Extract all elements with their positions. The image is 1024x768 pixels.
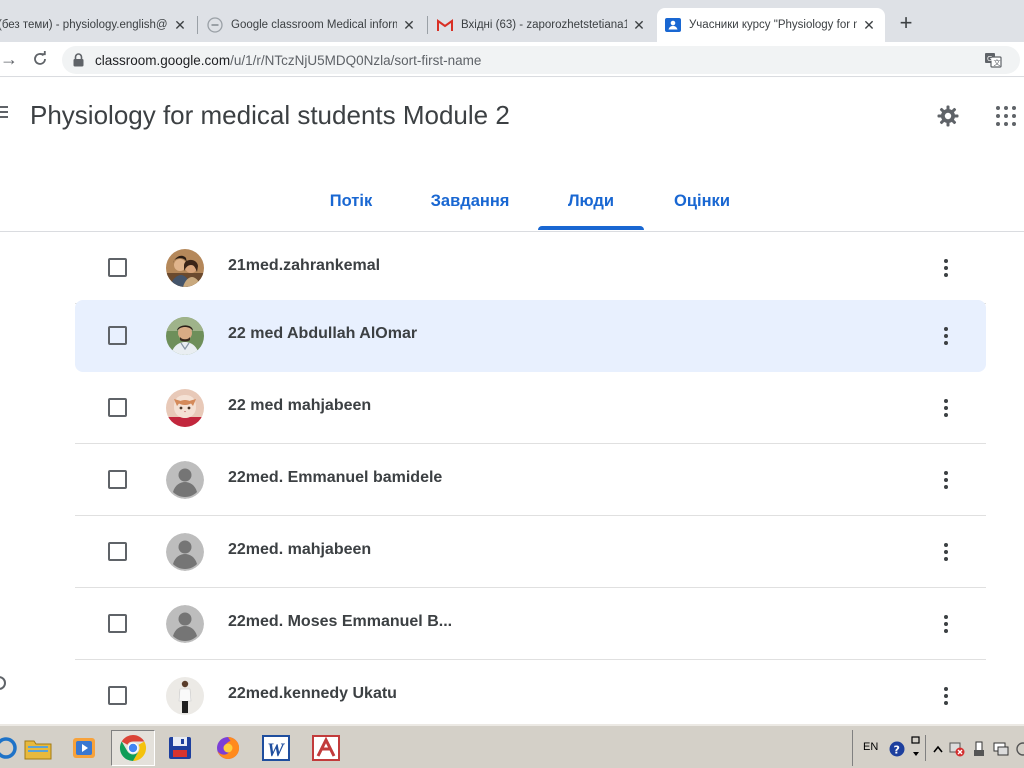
translate-icon[interactable]: G文 bbox=[984, 51, 1002, 69]
browser-tab-title: (без теми) - physiology.english@gmail.co… bbox=[0, 19, 168, 31]
presentation-icon[interactable] bbox=[306, 730, 346, 766]
more-options-icon[interactable] bbox=[941, 612, 951, 636]
help-icon[interactable]: ? bbox=[889, 741, 905, 757]
avatar bbox=[166, 389, 204, 427]
more-options-icon[interactable] bbox=[941, 324, 951, 348]
browser-tab-2[interactable]: Google classroom Medical information ✕ bbox=[199, 8, 425, 42]
doc-icon bbox=[207, 17, 223, 33]
browser-tab-1[interactable]: (без теми) - physiology.english@gmail.co… bbox=[0, 8, 196, 42]
url-text: classroom.google.com/u/1/r/NTczNjU5MDQ0N… bbox=[95, 53, 481, 68]
firefox-icon[interactable] bbox=[208, 730, 248, 766]
close-icon[interactable]: ✕ bbox=[861, 17, 877, 33]
system-tray: EN ? bbox=[852, 730, 1024, 766]
student-name: 22med. Moses Emmanuel B... bbox=[228, 613, 453, 630]
more-options-icon[interactable] bbox=[941, 396, 951, 420]
tab-label: Завдання bbox=[430, 192, 510, 210]
lock-icon bbox=[73, 53, 84, 72]
student-checkbox[interactable] bbox=[108, 614, 127, 633]
avatar bbox=[166, 249, 204, 287]
browser-tab-title: Google classroom Medical information bbox=[231, 19, 397, 31]
student-name: 22 med Abdullah AlOmar bbox=[228, 325, 418, 342]
tab-divider bbox=[197, 16, 198, 34]
browser-tab-title: Учасники курсу "Physiology for medical s… bbox=[689, 19, 857, 31]
windows-taskbar: W EN ? bbox=[0, 724, 1024, 768]
close-icon[interactable]: ✕ bbox=[631, 17, 647, 33]
student-checkbox[interactable] bbox=[108, 398, 127, 417]
student-name: 22 med mahjabeen bbox=[228, 397, 372, 414]
student-checkbox[interactable] bbox=[108, 258, 127, 277]
student-row[interactable]: 22med. Moses Emmanuel B... bbox=[75, 588, 986, 660]
student-checkbox[interactable] bbox=[108, 326, 127, 345]
tab-stream[interactable]: Потік bbox=[318, 182, 384, 230]
class-nav-tabs: Потік Завдання Люди Оцінки bbox=[0, 172, 1024, 232]
more-options-icon[interactable] bbox=[941, 684, 951, 708]
word-icon[interactable]: W bbox=[256, 730, 296, 766]
address-bar[interactable]: classroom.google.com/u/1/r/NTczNjU5MDQ0N… bbox=[62, 46, 1020, 74]
student-row[interactable]: 22med. Emmanuel bamidele bbox=[75, 444, 986, 516]
usb-device-icon[interactable] bbox=[971, 741, 987, 757]
browser-toolbar: → classroom.google.com/u/1/r/NTczNjU5MDQ… bbox=[0, 42, 1024, 77]
chevron-up-icon[interactable] bbox=[933, 741, 949, 757]
media-player-icon[interactable] bbox=[64, 730, 104, 766]
classroom-header: Physiology for medical students Module 2… bbox=[0, 78, 1024, 232]
more-options-icon[interactable] bbox=[941, 256, 951, 280]
student-name: 21med.zahrankemal bbox=[228, 257, 381, 274]
tab-label: Люди bbox=[567, 192, 615, 210]
network-error-icon[interactable] bbox=[949, 741, 965, 757]
tab-label: Потік bbox=[329, 192, 373, 210]
browser-tab-3[interactable]: Вхідні (63) - zaporozhetstetiana1@gmail.… bbox=[429, 8, 655, 42]
svg-text:W: W bbox=[267, 740, 285, 761]
tab-label: Оцінки bbox=[674, 192, 730, 210]
save-disk-icon[interactable] bbox=[160, 730, 200, 766]
student-checkbox[interactable] bbox=[108, 542, 127, 561]
active-tab-indicator bbox=[538, 226, 644, 230]
browser-tab-4[interactable]: Учасники курсу "Physiology for medical s… bbox=[657, 8, 885, 42]
student-name: 22med. Emmanuel bamidele bbox=[228, 469, 443, 486]
more-options-icon[interactable] bbox=[941, 468, 951, 492]
tab-classwork[interactable]: Завдання bbox=[420, 182, 520, 230]
browser-tab-title: Вхідні (63) - zaporozhetstetiana1@gmail.… bbox=[461, 19, 627, 31]
folder-icon[interactable] bbox=[18, 730, 58, 766]
default-avatar-icon bbox=[166, 605, 204, 643]
tab-people[interactable]: Люди bbox=[538, 182, 644, 230]
url-host: classroom.google.com bbox=[95, 53, 231, 68]
apps-grid-icon[interactable] bbox=[996, 106, 1016, 126]
student-name: 22med. mahjabeen bbox=[228, 541, 372, 558]
student-row[interactable]: 22med.kennedy Ukatu bbox=[75, 660, 986, 724]
svg-text:?: ? bbox=[894, 744, 900, 757]
new-tab-button[interactable]: + bbox=[894, 11, 918, 35]
student-row[interactable]: 22 med mahjabeen bbox=[75, 372, 986, 444]
gear-icon[interactable] bbox=[936, 104, 960, 128]
chrome-icon[interactable] bbox=[111, 730, 155, 766]
students-list: 21med.zahrankemal 22 med Abdullah AlOmar bbox=[0, 232, 1024, 724]
close-icon[interactable]: ✕ bbox=[401, 17, 417, 33]
forward-arrow-icon[interactable]: → bbox=[0, 48, 20, 70]
student-checkbox[interactable] bbox=[108, 686, 127, 705]
default-avatar-icon bbox=[166, 533, 204, 571]
student-checkbox[interactable] bbox=[108, 470, 127, 489]
more-options-icon[interactable] bbox=[941, 540, 951, 564]
menu-icon[interactable] bbox=[0, 106, 8, 121]
tab-divider bbox=[427, 16, 428, 34]
avatar bbox=[166, 317, 204, 355]
svg-text:G: G bbox=[987, 55, 992, 63]
reload-icon[interactable] bbox=[29, 48, 51, 70]
student-name: 22med.kennedy Ukatu bbox=[228, 685, 397, 702]
avatar bbox=[166, 677, 204, 715]
tab-grades[interactable]: Оцінки bbox=[662, 182, 742, 230]
student-row[interactable]: 21med.zahrankemal bbox=[75, 232, 986, 304]
browser-tab-strip: (без теми) - physiology.english@gmail.co… bbox=[0, 0, 1024, 42]
page-title[interactable]: Physiology for medical students Module 2 bbox=[30, 100, 510, 131]
monitor-icon[interactable] bbox=[993, 741, 1009, 757]
close-icon[interactable]: ✕ bbox=[172, 17, 188, 33]
svg-text:文: 文 bbox=[994, 58, 1001, 67]
student-row[interactable]: 22 med Abdullah AlOmar bbox=[75, 300, 986, 372]
default-avatar-icon bbox=[166, 461, 204, 499]
gmail-icon bbox=[437, 17, 453, 33]
language-indicator[interactable]: EN bbox=[863, 741, 878, 753]
student-row[interactable]: 22med. mahjabeen bbox=[75, 516, 986, 588]
classroom-icon bbox=[665, 17, 681, 33]
speaker-icon[interactable] bbox=[1015, 741, 1024, 757]
url-path: /u/1/r/NTczNjU5MDQ0Nzla/sort-first-name bbox=[230, 53, 482, 68]
